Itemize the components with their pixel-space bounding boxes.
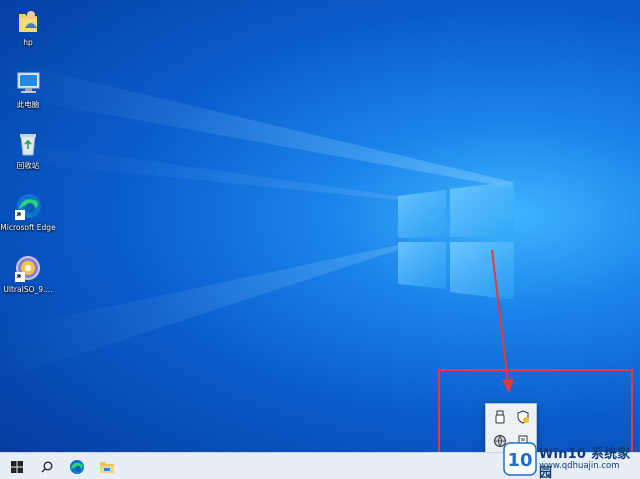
desktop-icon-ultraiso[interactable]: UltraISO_9.... — [0, 253, 56, 294]
windows-start-icon — [11, 460, 23, 473]
usb-drive-icon[interactable] — [492, 409, 508, 425]
site-watermark: 10 Win10 系统家园 www.qdhuajin.com — [503, 441, 639, 479]
search-button[interactable] — [32, 453, 62, 479]
start-button[interactable] — [2, 453, 32, 479]
desktop-icon-recycle-bin[interactable]: 回收站 — [0, 129, 56, 170]
desktop-background: hp 此电脑 回收站 Microsoft Edge UltraISO_9....… — [0, 0, 640, 479]
search-icon — [41, 461, 53, 472]
ultraiso-icon — [13, 253, 43, 283]
edge-icon — [70, 459, 84, 474]
taskbar-edge-button[interactable] — [62, 453, 92, 479]
desktop-icon-this-pc[interactable]: 此电脑 — [0, 68, 56, 109]
win10-logo-icon: 10 — [503, 442, 537, 476]
edge-icon — [13, 191, 43, 221]
computer-icon — [13, 68, 43, 98]
desktop-icon-label: Microsoft Edge — [0, 223, 56, 232]
security-shield-icon[interactable] — [515, 409, 531, 425]
recycle-bin-icon — [13, 129, 43, 159]
desktop-icon-label: UltraISO_9.... — [3, 285, 53, 294]
desktop-icon-label: 回收站 — [16, 161, 40, 170]
desktop-icon-label: 此电脑 — [16, 100, 40, 109]
user-folder-icon — [13, 6, 43, 36]
file-explorer-icon — [100, 461, 114, 473]
desktop-icon-hp[interactable]: hp — [0, 6, 56, 47]
watermark-logo-text: 10 — [507, 450, 532, 471]
taskbar-file-explorer-button[interactable] — [92, 453, 122, 479]
desktop-icon-edge[interactable]: Microsoft Edge — [0, 191, 56, 232]
watermark-url: www.qdhuajin.com — [539, 461, 620, 471]
desktop-icon-label: hp — [23, 38, 33, 47]
